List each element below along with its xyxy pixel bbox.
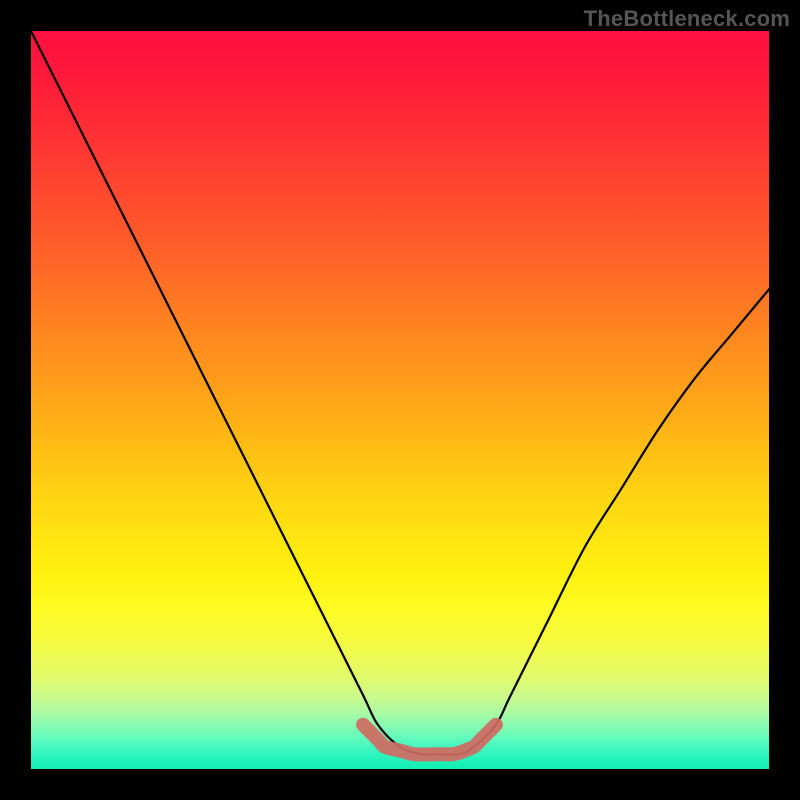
bottleneck-curve bbox=[31, 31, 769, 755]
curve-svg bbox=[31, 31, 769, 769]
plot-area bbox=[31, 31, 769, 769]
watermark-text: TheBottleneck.com bbox=[584, 6, 790, 32]
chart-frame: TheBottleneck.com bbox=[0, 0, 800, 800]
optimal-band bbox=[363, 725, 496, 755]
